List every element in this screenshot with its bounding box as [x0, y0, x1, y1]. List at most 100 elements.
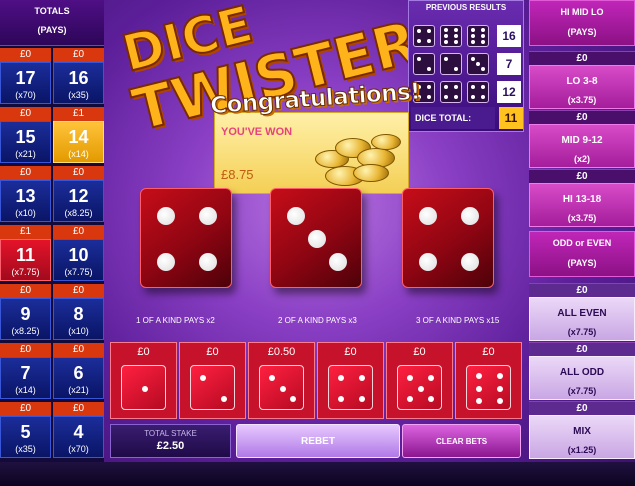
totals-row: £1 11 (x7.75) £0 10 (x7.75) — [0, 225, 104, 281]
die-pip — [461, 253, 480, 271]
side-bet-hi-13-18[interactable]: £0 HI 13-18 (x3.75) — [529, 169, 635, 227]
total-bet-14[interactable]: £1 14 (x14) — [53, 107, 104, 163]
single-bet-6[interactable]: £0 — [455, 342, 522, 419]
die-pip — [418, 253, 437, 271]
you-won-label: YOU'VE WON — [221, 126, 293, 138]
side-bet-body: ALL EVEN (x7.75) — [529, 297, 635, 341]
previous-results-title: PREVIOUS RESULTS — [425, 3, 507, 12]
total-bet-8[interactable]: £0 8 (x10) — [53, 284, 104, 340]
total-bet-pays: (x70) — [68, 444, 89, 454]
die-pip — [480, 34, 485, 38]
die-pip — [426, 29, 431, 34]
die-pip — [220, 395, 227, 402]
die-face-3-icon — [259, 365, 304, 410]
mini-die-icon — [413, 53, 435, 75]
single-bet-5[interactable]: £0 — [386, 342, 453, 419]
total-bet-11[interactable]: £1 11 (x7.75) — [0, 225, 51, 281]
side-bet-mix[interactable]: £0 MIX (x1.25) — [529, 401, 635, 459]
coin-icon — [371, 134, 401, 150]
side-bet-label: ALL EVEN — [557, 308, 607, 319]
total-bet-pays: (x21) — [15, 149, 36, 159]
main-die-1 — [140, 188, 232, 288]
total-bet-5[interactable]: £0 5 (x35) — [0, 402, 51, 458]
side-bet-label: MID 9-12 — [561, 135, 603, 146]
total-bet-15[interactable]: £0 15 (x21) — [0, 107, 51, 163]
side-bet-lo-3-8[interactable]: £0 LO 3-8 (x3.75) — [529, 51, 635, 109]
total-bet-pays: (x10) — [68, 326, 89, 336]
die-pip — [444, 28, 449, 33]
total-bet-number: 5 — [20, 422, 31, 442]
side-bet-label: HI 13-18 — [562, 194, 602, 205]
total-bet-pays: (x14) — [15, 385, 36, 395]
side-bet-label: ALL ODD — [559, 367, 605, 378]
die-pip — [480, 39, 485, 44]
total-bet-body: 4 (x70) — [53, 416, 104, 458]
die-pip — [417, 29, 422, 34]
die-pip — [200, 375, 207, 382]
die-pip — [476, 62, 480, 66]
bottom-controls: TOTAL STAKE £2.50 REBET CLEAR BETS — [110, 424, 521, 458]
total-bet-stake: £0 — [53, 166, 104, 180]
die-pip — [417, 385, 424, 392]
single-bet-3[interactable]: £0.50 — [248, 342, 315, 419]
total-bet-6[interactable]: £0 6 (x21) — [53, 343, 104, 399]
total-bet-number: 16 — [68, 68, 89, 88]
total-bet-7[interactable]: £0 7 (x14) — [0, 343, 51, 399]
hi-mid-lo-title: HI MID LO — [560, 7, 604, 17]
die-pip — [453, 94, 458, 99]
total-bet-stake: £0 — [0, 402, 51, 416]
single-bet-1[interactable]: £0 — [110, 342, 177, 419]
side-bet-body: MIX (x1.25) — [529, 415, 635, 459]
total-bet-number: 6 — [73, 363, 84, 383]
side-bet-mid-9-12[interactable]: £0 MID 9-12 (x2) — [529, 110, 635, 168]
side-bet-pays: (x7.75) — [567, 327, 597, 337]
total-bet-13[interactable]: £0 13 (x10) — [0, 166, 51, 222]
clear-bets-button[interactable]: CLEAR BETS — [402, 424, 521, 458]
totals-panel: TOTALS (PAYS) £0 17 (x70) £0 16 (x35) £0 15 (x21… — [0, 0, 104, 462]
die-pip — [156, 207, 175, 225]
total-bet-17[interactable]: £0 17 (x70) — [0, 48, 51, 104]
die-pip — [444, 94, 449, 99]
rebet-button[interactable]: REBET — [236, 424, 400, 458]
side-bet-pays: (x3.75) — [567, 95, 597, 105]
total-bet-body: 9 (x8.25) — [0, 298, 51, 340]
total-bet-16[interactable]: £0 16 (x35) — [53, 48, 104, 104]
totals-row: £0 9 (x8.25) £0 8 (x10) — [0, 284, 104, 340]
total-bet-pays: (x35) — [68, 90, 89, 100]
side-bet-stake: £0 — [529, 51, 635, 65]
total-bet-pays: (x70) — [15, 90, 36, 100]
single-bet-stake: £0 — [206, 346, 219, 358]
die-pip — [199, 253, 218, 271]
total-bet-body: 13 (x10) — [0, 180, 51, 222]
total-bet-10[interactable]: £0 10 (x7.75) — [53, 225, 104, 281]
totals-row: £0 7 (x14) £0 6 (x21) — [0, 343, 104, 399]
side-bet-pays: (x7.75) — [567, 386, 597, 396]
totals-row: £0 13 (x10) £0 12 (x8.25) — [0, 166, 104, 222]
mini-die-icon — [440, 25, 462, 47]
previous-result-total: 12 — [497, 81, 521, 103]
single-bet-4[interactable]: £0 — [317, 342, 384, 419]
die-pip — [338, 395, 345, 402]
total-bet-stake: £1 — [53, 107, 104, 121]
previous-result-row: 16 — [413, 25, 521, 49]
mini-die-icon — [467, 53, 489, 75]
total-bet-9[interactable]: £0 9 (x8.25) — [0, 284, 51, 340]
total-bet-12[interactable]: £0 12 (x8.25) — [53, 166, 104, 222]
total-bet-number: 17 — [15, 68, 36, 88]
side-bet-all-even[interactable]: £0 ALL EVEN (x7.75) — [529, 283, 635, 341]
mini-die-icon — [467, 25, 489, 47]
die-pip — [471, 28, 476, 33]
total-bet-body: 8 (x10) — [53, 298, 104, 340]
die-pip — [444, 34, 449, 38]
total-bet-4[interactable]: £0 4 (x70) — [53, 402, 104, 458]
total-bet-number: 8 — [73, 304, 84, 324]
hi-mid-lo-panel: HI MID LO (PAYS) £0 LO 3-8 (x3.75) £0 MID 9-… — [529, 0, 635, 462]
total-bet-number: 9 — [20, 304, 31, 324]
total-bet-body: 7 (x14) — [0, 357, 51, 399]
total-bet-stake: £0 — [53, 225, 104, 239]
single-bet-stake: £0.50 — [267, 346, 296, 358]
side-bet-all-odd[interactable]: £0 ALL ODD (x7.75) — [529, 342, 635, 400]
single-bet-2[interactable]: £0 — [179, 342, 246, 419]
totals-row: £0 5 (x35) £0 4 (x70) — [0, 402, 104, 458]
die-pip — [308, 230, 326, 248]
